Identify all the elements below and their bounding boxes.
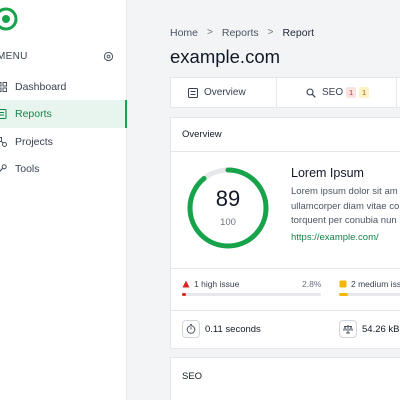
timer-icon-box (182, 320, 200, 338)
medium-issue-bar-fill (339, 293, 348, 296)
score-value: 89 (215, 186, 241, 211)
sidebar-item-projects[interactable]: Projects (0, 128, 127, 156)
load-time-value: 0.11 seconds (205, 324, 261, 335)
logo-icon (0, 7, 18, 31)
tab-label: Overview (204, 87, 246, 98)
high-issue-bar (182, 293, 321, 296)
breadcrumb-home[interactable]: Home (170, 27, 198, 39)
divider (171, 268, 400, 269)
sidebar-item-label: Reports (15, 108, 52, 120)
medium-issue-badge: 1 (359, 87, 370, 98)
timer-icon (186, 324, 196, 334)
page-size-value: 54.26 kB (362, 324, 400, 335)
high-issue-bar-fill (182, 293, 186, 296)
breadcrumb-current: Report (282, 27, 314, 39)
grid-icon (0, 82, 7, 92)
sidebar-item-tools[interactable]: Tools (0, 155, 127, 183)
summary-text: Lorem ipsum dolor sit am ullamcorper dia… (291, 185, 400, 229)
summary-line: torquent per conubia nun (291, 215, 397, 226)
card-header: Overview (171, 118, 400, 152)
summary-line: Lorem ipsum dolor sit am (291, 186, 398, 197)
sidebar-item-label: Tools (15, 163, 40, 175)
high-issue-percent: 2.8% (302, 279, 322, 289)
menu-label: MENU (0, 51, 28, 62)
medium-issue-bar (339, 293, 400, 296)
tab-label: SEO (322, 87, 344, 98)
scale-icon-box (339, 320, 357, 338)
warning-square-icon (339, 280, 347, 288)
chevron-right-icon: > (267, 27, 274, 38)
breadcrumb-reports[interactable]: Reports (222, 27, 259, 39)
projects-icon (0, 137, 7, 147)
search-icon (306, 87, 316, 98)
summary-title: Lorem Ipsum (291, 166, 364, 180)
card-title: Overview (182, 129, 222, 140)
list-icon (188, 87, 198, 98)
warning-triangle-icon (182, 280, 190, 288)
tab-divider (276, 78, 277, 107)
site-link[interactable]: https://example.com/ (291, 232, 379, 243)
medium-issue-label: 2 medium issu (351, 279, 400, 289)
scale-icon (343, 325, 353, 334)
sidebar-item-reports[interactable]: Reports (0, 100, 127, 128)
chevron-right-icon: > (207, 27, 213, 38)
sidebar-item-label: Projects (15, 136, 53, 148)
tab-seo[interactable]: SEO 1 1 (306, 78, 370, 107)
sidebar: MENU Dashboard Reports Projects Tools (0, 0, 127, 400)
high-issue-badge: 1 (346, 87, 357, 98)
divider (171, 310, 400, 311)
sidebar-item-label: Dashboard (15, 81, 67, 93)
seo-card: SEO (170, 357, 400, 400)
settings-icon[interactable] (103, 51, 114, 62)
overview-card: Overview 89 100 Lorem Ipsum Lorem ipsum … (170, 117, 400, 349)
summary-line: ullamcorper diam vitae co (291, 200, 400, 212)
sidebar-item-dashboard[interactable]: Dashboard (0, 73, 127, 101)
breadcrumb: Home > Reports > Report (170, 27, 314, 39)
tab-divider (396, 78, 397, 107)
high-issue-label: 1 high issue (194, 279, 240, 289)
tab-bar: Overview SEO 1 1 (170, 77, 400, 108)
score-max: 100 (220, 217, 236, 228)
menu-header: MENU (0, 51, 127, 65)
page-title: example.com (170, 46, 281, 67)
tab-overview[interactable]: Overview (188, 78, 246, 107)
card-title: SEO (182, 371, 203, 382)
report-icon (0, 109, 7, 119)
tools-icon (0, 164, 7, 172)
